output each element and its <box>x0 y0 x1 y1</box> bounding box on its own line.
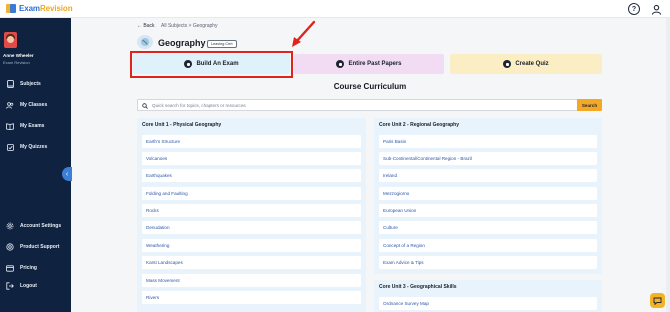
sidebar-item-subjects[interactable]: Subjects <box>0 78 71 90</box>
checkbox-icon <box>6 143 14 151</box>
unit-title: Core Unit 2 - Regional Geography <box>379 122 460 128</box>
annotation-arrow-icon <box>292 20 316 47</box>
sidebar-item-product-support[interactable]: Product Support <box>0 241 71 253</box>
book-icon <box>6 80 14 88</box>
open-book-icon <box>6 122 14 130</box>
unit-title: Core Unit 3 - Geographical Skills <box>379 284 457 290</box>
past-papers-button[interactable]: Entire Past Papers <box>294 54 444 74</box>
topic-link[interactable]: Exam Advice & Tips <box>379 256 597 269</box>
topic-link[interactable]: Mass Movement <box>142 274 361 287</box>
topic-link[interactable]: Folding and Faulting <box>142 187 361 200</box>
logo-text: ExamRevision <box>19 4 73 13</box>
help-icon[interactable]: ? <box>628 3 640 15</box>
sidebar-item-label: My Quizzes <box>20 144 48 150</box>
section-title: Course Curriculum <box>333 82 407 91</box>
topic-link[interactable]: Rivers <box>142 291 361 304</box>
sidebar-item-my-quizzes[interactable]: My Quizzes <box>0 141 71 153</box>
logout-icon <box>6 282 14 290</box>
user-role: Exam Revision <box>3 60 30 65</box>
topic-link[interactable]: Earth's Structure <box>142 135 361 148</box>
user-profile-icon[interactable] <box>650 3 662 15</box>
highlight-box <box>130 51 293 78</box>
app-logo[interactable]: ExamRevision <box>6 3 73 14</box>
chat-icon <box>653 292 662 310</box>
back-link[interactable]: ← Back <box>137 23 155 29</box>
topic-link[interactable]: Paris Basin <box>379 135 597 148</box>
topic-link[interactable]: Rocks <box>142 204 361 217</box>
breadcrumb[interactable]: All Subjects > Geography <box>161 23 218 29</box>
topic-link[interactable]: Weathering <box>142 239 361 252</box>
chat-button[interactable] <box>650 293 665 308</box>
sidebar-item-my-classes[interactable]: My Classes <box>0 99 71 111</box>
create-quiz-icon <box>503 60 512 68</box>
page-title: Geography <box>158 38 206 48</box>
topic-link[interactable]: Culture <box>379 221 597 234</box>
topic-link[interactable]: European Union <box>379 204 597 217</box>
sidebar-item-label: Pricing <box>20 265 37 271</box>
unit-panel: Core Unit 3 - Geographical Skills Ordnan… <box>374 280 602 312</box>
sidebar-item-logout[interactable]: Logout <box>0 280 71 292</box>
sidebar-item-my-exams[interactable]: My Exams <box>0 120 71 132</box>
topic-link[interactable]: Volcanoes <box>142 152 361 165</box>
subject-globe-icon <box>137 35 153 49</box>
sidebar-item-label: My Exams <box>20 123 45 129</box>
logo-suffix: Revision <box>39 4 73 13</box>
past-papers-label: Entire Past Papers <box>348 61 402 67</box>
topic-link[interactable]: Sub-Continental/Continental Region - Bra… <box>379 152 597 165</box>
topic-link[interactable]: Mezzogiorno <box>379 187 597 200</box>
search-button[interactable]: Search <box>577 99 602 111</box>
search-input[interactable]: Quick search for topics, chapters or res… <box>137 99 578 111</box>
past-papers-icon <box>336 60 345 68</box>
sidebar-item-account-settings[interactable]: Account Settings <box>0 220 71 232</box>
topic-link[interactable]: Denudation <box>142 221 361 234</box>
create-quiz-label: Create Quiz <box>515 61 549 67</box>
topic-link[interactable]: Concept of a Region <box>379 239 597 252</box>
scrollbar[interactable] <box>666 18 670 312</box>
sidebar: Anne Wheeler Exam Revision Subjects My C… <box>0 18 72 312</box>
sidebar-item-label: Product Support <box>20 244 60 250</box>
card-icon <box>6 264 14 272</box>
people-icon <box>6 101 14 109</box>
user-name: Anne Wheeler <box>3 53 34 58</box>
sidebar-item-label: Account Settings <box>20 223 62 229</box>
search-placeholder: Quick search for topics, chapters or res… <box>152 102 246 108</box>
support-icon <box>6 243 14 251</box>
logo-brand: Exam <box>19 4 40 13</box>
gear-icon <box>6 222 14 230</box>
create-quiz-button[interactable]: Create Quiz <box>450 54 602 74</box>
topic-link[interactable]: Karst Landscapes <box>142 256 361 269</box>
unit-panel: Core Unit 2 - Regional Geography Paris B… <box>374 118 602 274</box>
unit-panel: Core Unit 1 - Physical Geography Earth's… <box>137 118 366 312</box>
unit-title: Core Unit 1 - Physical Geography <box>142 122 222 128</box>
logo-book-icon <box>6 3 16 14</box>
search-icon <box>142 96 148 114</box>
top-bar: ExamRevision ? <box>0 0 670 18</box>
level-badge: Leaving Cert <box>207 40 237 48</box>
sidebar-item-label: Logout <box>20 283 37 289</box>
sidebar-item-pricing[interactable]: Pricing <box>0 262 71 274</box>
sidebar-item-label: My Classes <box>20 102 48 108</box>
topic-link[interactable]: Earthquakes <box>142 169 361 182</box>
topic-link[interactable]: Ireland <box>379 169 597 182</box>
topic-link[interactable]: Ordnance Survey Map <box>379 297 597 310</box>
sidebar-item-label: Subjects <box>20 81 41 87</box>
collapse-sidebar-button[interactable]: ‹ <box>62 167 72 181</box>
avatar[interactable] <box>4 32 17 48</box>
